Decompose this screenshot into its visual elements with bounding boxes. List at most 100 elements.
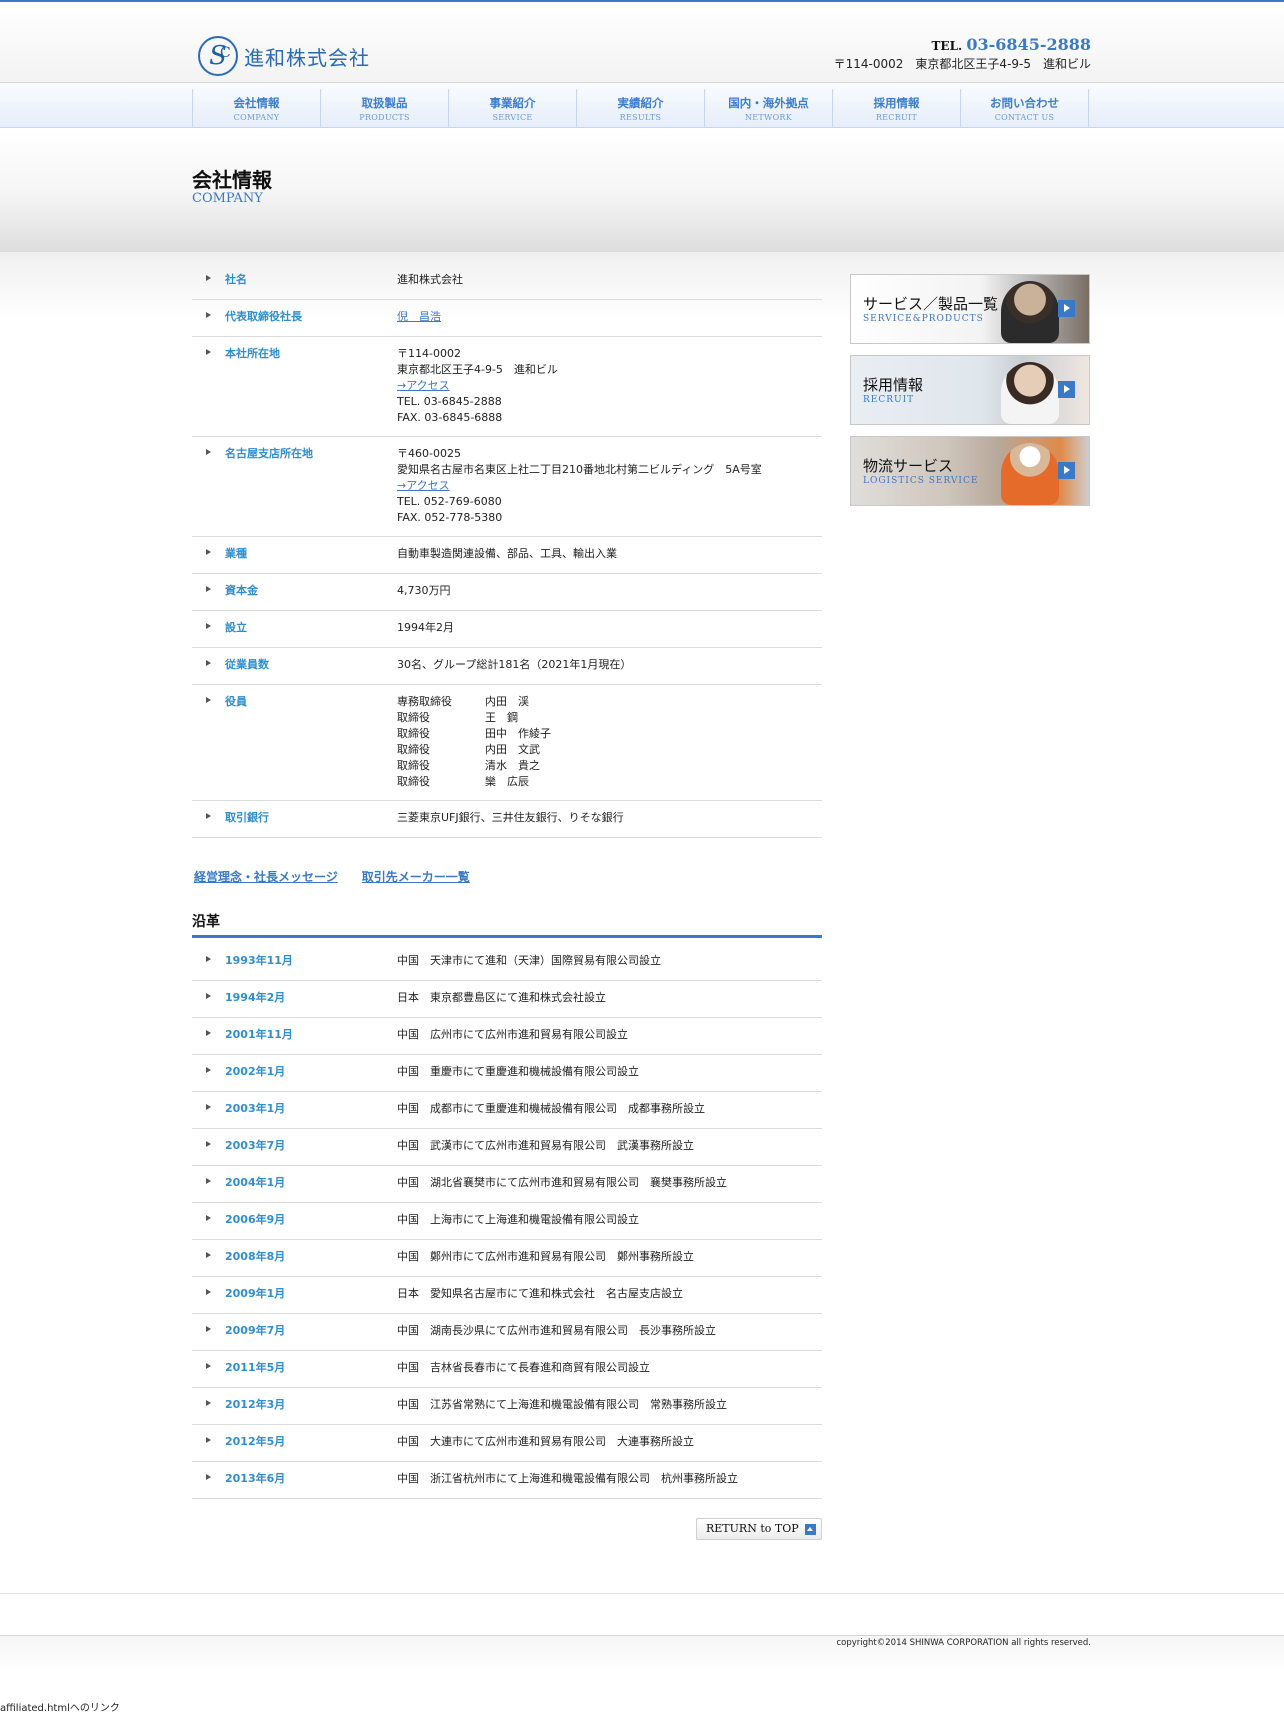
- history-row: 1993年11月 中国 天津市にて進和（天津）国際貿易有限公司設立: [192, 944, 822, 981]
- history-text: 中国 江苏省常熟にて上海進和機電設備有限公司 常熟事務所設立: [397, 1398, 727, 1411]
- history-date: 2009年7月: [192, 1323, 397, 1340]
- company-info: 社名 進和株式会社 代表取締役社長 倪 昌浩 本社所在地 〒114-0002 東…: [192, 263, 822, 1558]
- nav-label: お問い合わせ: [990, 96, 1059, 110]
- history-title: 沿革: [192, 911, 822, 938]
- nagoya-access-link[interactable]: →アクセス: [397, 479, 450, 492]
- officer-role: 取締役: [397, 727, 430, 740]
- history-date: 2001年11月: [192, 1027, 397, 1044]
- banner-subtitle: LOGISTICS SERVICE: [863, 476, 979, 486]
- info-row-employees: 従業員数 30名、グループ総計181名（2021年1月現在）: [192, 648, 822, 685]
- history-date: 2009年1月: [192, 1286, 397, 1303]
- history-text: 日本 東京都豊島区にて進和株式会社設立: [397, 991, 606, 1004]
- nav-network[interactable]: 国内・海外拠点 NETWORK: [705, 89, 833, 127]
- history-date-text: 2006年9月: [225, 1213, 286, 1226]
- officer-name: 田中 作綾子: [485, 727, 551, 740]
- browser-status-bar: affiliated.htmlへのリンク: [0, 1698, 122, 1713]
- history-row: 2013年6月 中国 浙江省杭州市にて上海進和機電設備有限公司 杭州事務所設立: [192, 1462, 822, 1499]
- nav-service[interactable]: 事業紹介 SERVICE: [449, 89, 577, 127]
- nav-contact[interactable]: お問い合わせ CONTACT US: [961, 89, 1089, 127]
- nav-label: 国内・海外拠点: [728, 96, 809, 110]
- history-row: 2011年5月 中国 吉林省長春市にて長春進和商貿有限公司設立: [192, 1351, 822, 1388]
- history-date: 2008年8月: [192, 1249, 397, 1266]
- banner-logistics[interactable]: 物流サービス LOGISTICS SERVICE: [850, 436, 1090, 506]
- ceo-link[interactable]: 倪 昌浩: [397, 310, 441, 323]
- related-links: 経営理念・社長メッセージ 取引先メーカー一覧: [192, 868, 822, 885]
- arrow-right-icon: [1058, 381, 1075, 398]
- info-value: 1994年2月: [397, 621, 454, 634]
- nav-company[interactable]: 会社情報 COMPANY: [193, 89, 321, 127]
- nav-label: 会社情報: [233, 96, 280, 110]
- history-text: 中国 成都市にて重慶進和機械設備有限公司 成都事務所設立: [397, 1102, 705, 1115]
- history-date-text: 2012年3月: [225, 1398, 286, 1411]
- philosophy-link[interactable]: 経営理念・社長メッセージ: [194, 868, 338, 885]
- banner-recruit[interactable]: 採用情報 RECRUIT: [850, 355, 1090, 425]
- operator-photo-icon: [1001, 281, 1059, 343]
- officer-role: 専務取締役: [397, 695, 452, 708]
- history-date-text: 2012年5月: [225, 1435, 286, 1448]
- history-date-text: 2009年1月: [225, 1287, 286, 1300]
- banner-service-products[interactable]: サービス／製品一覧 SERVICE&PRODUCTS: [850, 274, 1090, 344]
- nav-results[interactable]: 実績紹介 RESULTS: [577, 89, 705, 127]
- page-subtitle: COMPANY: [192, 191, 263, 206]
- info-row-capital: 資本金 4,730万円: [192, 574, 822, 611]
- history-text: 中国 武漢市にて広州市進和貿易有限公司 武漢事務所設立: [397, 1139, 694, 1152]
- logo[interactable]: S C 進和株式会社: [198, 36, 370, 76]
- info-row-name: 社名 進和株式会社: [192, 263, 822, 300]
- header-address: 〒114-0002 東京都北区王子4-9-5 進和ビル: [833, 57, 1091, 71]
- history-text: 中国 鄭州市にて広州市進和貿易有限公司 鄭州事務所設立: [397, 1250, 694, 1263]
- history-text: 中国 広州市にて広州市進和貿易有限公司設立: [397, 1028, 628, 1041]
- history-date-text: 1994年2月: [225, 991, 286, 1004]
- history-text: 中国 上海市にて上海進和機電設備有限公司設立: [397, 1213, 639, 1226]
- history-date: 2013年6月: [192, 1471, 397, 1488]
- officer-role: 取締役: [397, 759, 430, 772]
- history-row: 2012年3月 中国 江苏省常熟にて上海進和機電設備有限公司 常熟事務所設立: [192, 1388, 822, 1425]
- return-to-top-label: RETURN to TOP: [706, 1522, 799, 1535]
- officer-role: 取締役: [397, 743, 430, 756]
- nav-label: 取扱製品: [361, 96, 408, 110]
- history-date-text: 2009年7月: [225, 1324, 286, 1337]
- worker-photo-icon: [1001, 443, 1059, 505]
- nav-recruit[interactable]: 採用情報 RECRUIT: [833, 89, 961, 127]
- side-banners: サービス／製品一覧 SERVICE&PRODUCTS 採用情報 RECRUIT …: [850, 274, 1090, 517]
- info-value: 専務取締役 内田 渓 取締役王 鋼 取締役 田中 作綾子 取締役 内田 文武 取締役清…: [397, 694, 822, 790]
- history-text: 中国 湖南長沙県にて広州市進和貿易有限公司 長沙事務所設立: [397, 1324, 716, 1337]
- info-label-text: 業種: [225, 547, 247, 560]
- hq-tel: TEL. 03-6845-2888: [397, 395, 502, 408]
- makers-link[interactable]: 取引先メーカー一覧: [362, 868, 470, 885]
- nav-products[interactable]: 取扱製品 PRODUCTS: [321, 89, 449, 127]
- info-label: 資本金: [192, 583, 397, 600]
- officer-name: 欒 広辰: [485, 775, 529, 788]
- officer-entry: 取締役 清水 貴之: [397, 758, 822, 774]
- history-date-text: 2003年1月: [225, 1102, 286, 1115]
- officer-role: 取締役: [397, 775, 430, 788]
- info-row-banks: 取引銀行 三菱東京UFJ銀行、三井住友銀行、りそな銀行: [192, 801, 822, 838]
- return-to-top-button[interactable]: RETURN to TOP: [696, 1518, 822, 1540]
- nagoya-address: 愛知県名古屋市名東区上社二丁目210番地北村第二ビルディング 5A号室: [397, 463, 762, 476]
- arrow-right-icon: [1058, 300, 1075, 317]
- history-row: 2004年1月 中国 湖北省襄樊市にて広州市進和貿易有限公司 襄樊事務所設立: [192, 1166, 822, 1203]
- hq-access-link[interactable]: →アクセス: [397, 379, 450, 392]
- nav-sublabel: CONTACT US: [994, 113, 1055, 122]
- history-text: 中国 天津市にて進和（天津）国際貿易有限公司設立: [397, 954, 661, 967]
- history-row: 2006年9月 中国 上海市にて上海進和機電設備有限公司設立: [192, 1203, 822, 1240]
- history-date-text: 2011年5月: [225, 1361, 286, 1374]
- banner-subtitle: RECRUIT: [863, 395, 915, 405]
- history-date: 2003年1月: [192, 1101, 397, 1118]
- nav-label: 事業紹介: [489, 96, 536, 110]
- info-label-text: 設立: [225, 621, 247, 634]
- banner-title: 採用情報: [863, 376, 924, 394]
- nav-sublabel: PRODUCTS: [359, 113, 410, 122]
- info-value: 自動車製造関連設備、部品、工具、輸出入業: [397, 547, 617, 560]
- info-row-nagoya: 名古屋支店所在地 〒460-0025 愛知県名古屋市名東区上社二丁目210番地北…: [192, 437, 822, 537]
- site-header: S C 進和株式会社 TEL. 03-6845-2888 〒114-0002 東…: [0, 2, 1284, 83]
- banner-title: 物流サービス: [863, 457, 954, 475]
- nav-sublabel: RESULTS: [619, 113, 662, 122]
- history-date-text: 2004年1月: [225, 1176, 286, 1189]
- history-date: 2006年9月: [192, 1212, 397, 1229]
- banner-title: サービス／製品一覧: [863, 295, 999, 313]
- history-row: 1994年2月 日本 東京都豊島区にて進和株式会社設立: [192, 981, 822, 1018]
- info-row-hq: 本社所在地 〒114-0002 東京都北区王子4-9-5 進和ビル →アクセス …: [192, 337, 822, 437]
- tel-label: TEL.: [931, 39, 963, 53]
- officer-entry: 取締役 王 鋼: [397, 710, 822, 726]
- officer-role: 取締役: [397, 711, 430, 724]
